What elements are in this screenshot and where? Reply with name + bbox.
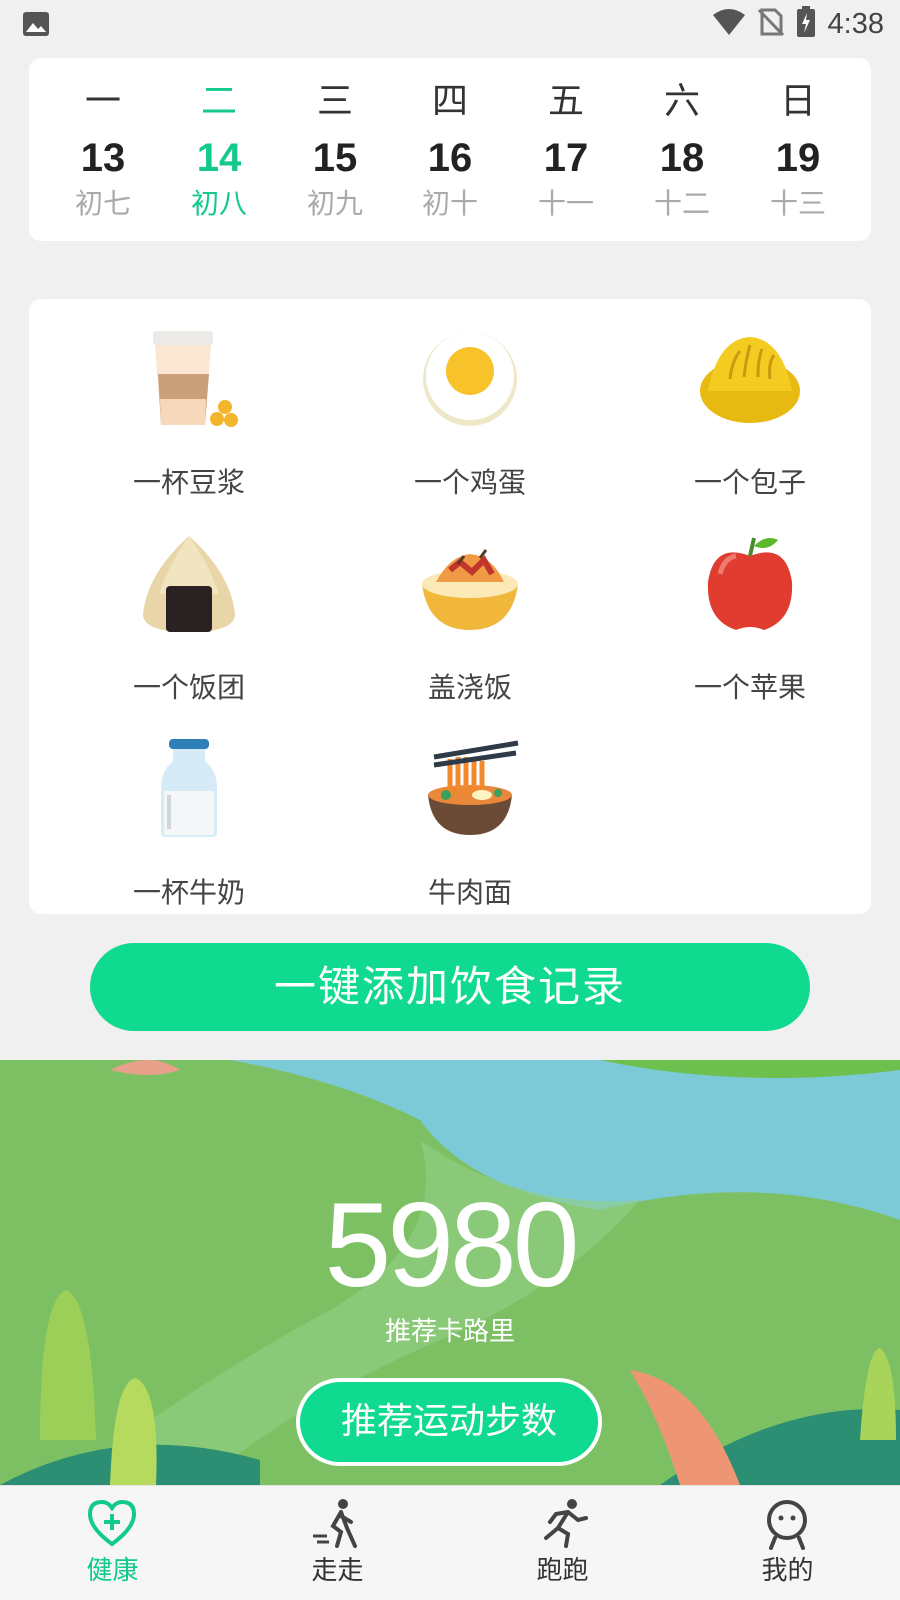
recommended-calories-value: 5980	[324, 1178, 580, 1312]
walking-icon	[313, 1499, 357, 1548]
calendar-day[interactable]: 四 16 初十	[392, 58, 508, 241]
add-diet-record-button[interactable]: 一键添加饮食记录	[90, 943, 810, 1031]
food-item-egg[interactable]: 一个鸡蛋	[360, 329, 580, 499]
running-icon	[544, 1499, 588, 1548]
nav-item-walk[interactable]: 走走	[225, 1486, 450, 1600]
milk-icon	[161, 739, 217, 837]
weekday-label: 日	[779, 81, 816, 122]
lunar-date: 十二	[653, 187, 710, 220]
food-item-milk[interactable]: 一杯牛奶	[79, 739, 299, 909]
weekday-label: 三	[316, 81, 353, 122]
weekday-label: 六	[663, 81, 700, 122]
rice-bowl-icon	[422, 549, 518, 630]
battery-charging-icon	[796, 6, 816, 42]
nav-label: 跑跑	[536, 1556, 589, 1586]
weekday-label: 一	[84, 81, 121, 122]
bottom-nav: 健康 走走 跑跑 我的	[0, 1485, 900, 1600]
lunar-date: 十一	[537, 187, 594, 220]
food-item-rice-ball[interactable]: 一个饭团	[79, 534, 299, 704]
food-item-soy-milk[interactable]: 一杯豆浆	[79, 329, 299, 499]
date-number: 15	[312, 136, 358, 180]
calendar-day-selected[interactable]: 二 14 初八	[161, 58, 277, 241]
date-number: 17	[543, 136, 589, 180]
beef-noodles-icon	[428, 740, 519, 835]
calendar-day[interactable]: 一 13 初七	[45, 58, 161, 241]
weekday-label: 五	[547, 81, 584, 122]
date-number: 16	[427, 136, 473, 180]
weekday-label: 二	[200, 81, 237, 122]
food-label: 牛肉面	[427, 876, 512, 909]
image-icon	[22, 11, 50, 41]
recommend-steps-button[interactable]: 推荐运动步数	[296, 1378, 602, 1466]
nav-item-profile[interactable]: 我的	[675, 1486, 900, 1600]
nav-label: 走走	[311, 1556, 364, 1586]
food-label: 一个包子	[693, 466, 806, 499]
food-label: 一个鸡蛋	[413, 466, 526, 499]
calendar-day[interactable]: 六 18 十二	[624, 58, 740, 241]
weekday-label: 四	[431, 81, 468, 122]
food-label: 盖浇饭	[427, 671, 512, 704]
calendar-day[interactable]: 三 15 初九	[277, 58, 393, 241]
bun-icon	[700, 337, 800, 423]
profile-icon	[767, 1500, 807, 1550]
food-item-bun[interactable]: 一个包子	[640, 329, 860, 499]
rice-ball-icon	[143, 536, 235, 632]
food-label: 一杯牛奶	[132, 876, 245, 909]
lunar-date: 初七	[74, 187, 131, 220]
food-item-rice-bowl[interactable]: 盖浇饭	[360, 534, 580, 704]
soy-milk-icon	[153, 331, 238, 427]
calendar-day[interactable]: 五 17 十一	[508, 58, 624, 241]
lunar-date: 初九	[306, 187, 363, 220]
food-grid: 一杯豆浆 一个鸡蛋 一个包子 一个饭团 盖浇饭 一个苹果 一杯牛奶 牛肉面	[29, 299, 871, 914]
food-item-apple[interactable]: 一个苹果	[640, 534, 860, 704]
week-calendar: 一 13 初七 二 14 初八 三 15 初九 四 16 初十 五 17 十一 …	[29, 58, 871, 241]
date-number: 14	[196, 136, 242, 180]
calendar-day[interactable]: 日 19 十三	[740, 58, 856, 241]
nav-item-health[interactable]: 健康	[0, 1486, 225, 1600]
wifi-icon	[712, 8, 746, 40]
food-label: 一杯豆浆	[132, 466, 245, 499]
date-number: 19	[775, 136, 821, 180]
food-item-beef-noodles[interactable]: 牛肉面	[360, 739, 580, 909]
date-number: 13	[80, 136, 126, 180]
no-sim-icon	[757, 7, 784, 41]
recommended-calories-label: 推荐卡路里	[384, 1317, 515, 1347]
clock: 4:38	[827, 7, 884, 40]
food-label: 一个饭团	[132, 671, 245, 704]
apple-icon	[707, 537, 793, 630]
nav-label: 我的	[761, 1556, 814, 1586]
lunar-date: 初十	[421, 187, 478, 220]
nav-item-run[interactable]: 跑跑	[450, 1486, 675, 1600]
lunar-date: 初八	[190, 187, 247, 220]
date-number: 18	[659, 136, 705, 180]
nav-label: 健康	[86, 1556, 139, 1586]
heart-plus-icon	[87, 1499, 137, 1547]
food-label: 一个苹果	[693, 671, 806, 704]
lunar-date: 十三	[769, 187, 826, 220]
status-bar: 4:38	[0, 0, 900, 48]
egg-icon	[423, 332, 517, 426]
